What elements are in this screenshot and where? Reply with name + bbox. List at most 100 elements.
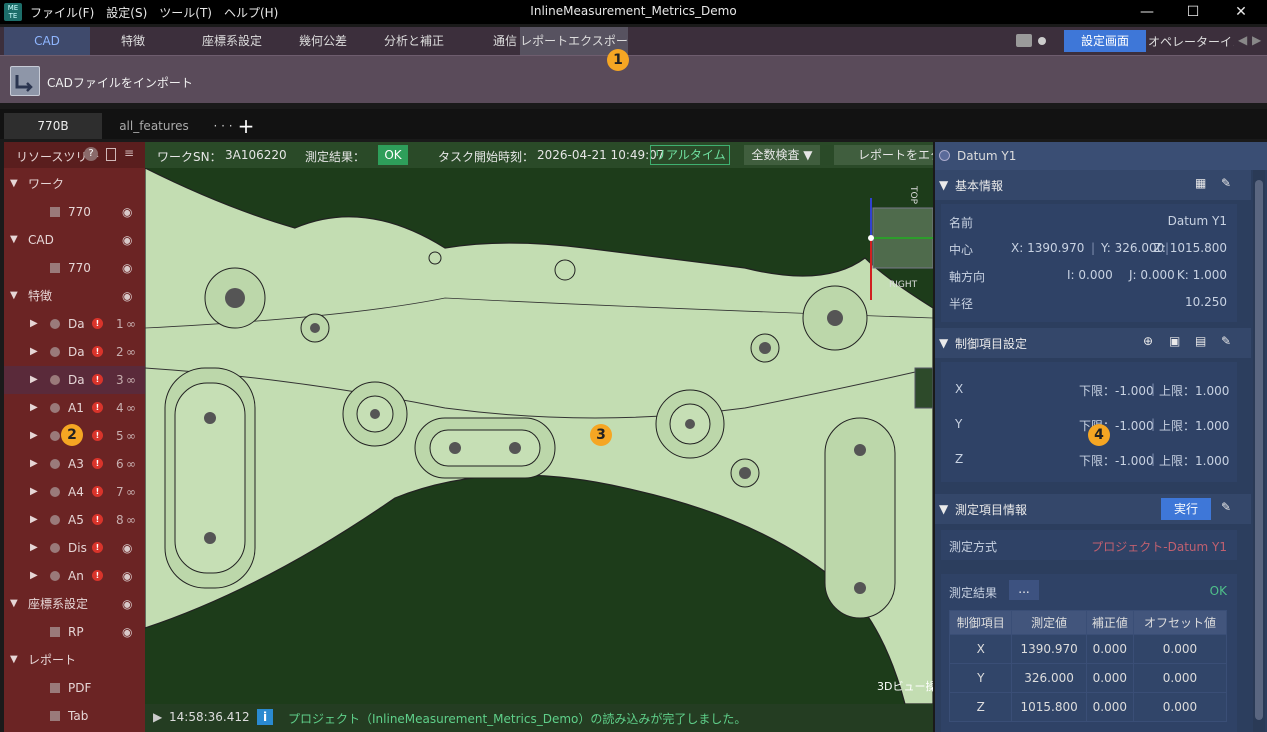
measurement-info-header[interactable]: ▼ 測定項目情報 実行 ✎: [935, 494, 1251, 524]
select-icon[interactable]: ▦: [1195, 176, 1206, 190]
link-icon[interactable]: ∞: [126, 422, 136, 450]
cell[interactable]: 0.000: [1085, 663, 1134, 693]
operator-tab[interactable]: オペレーターインタ: [1148, 33, 1234, 50]
cell[interactable]: 0.000: [1085, 634, 1134, 664]
expand-icon[interactable]: ▶: [30, 534, 38, 562]
expand-icon[interactable]: ▶: [30, 394, 38, 422]
tree-row[interactable]: ▼ 座標系設定 ◉: [4, 590, 145, 618]
tree-row[interactable]: ▶ A3! 6 ∞: [4, 450, 145, 478]
close-icon[interactable]: ✕: [1218, 0, 1264, 24]
doc-tab-770b[interactable]: 770B: [4, 113, 102, 139]
view-cube-top-label[interactable]: TOP: [908, 186, 918, 204]
tree-row[interactable]: 770 ◉: [4, 198, 145, 226]
basic-info-header[interactable]: ▼ 基本情報 ▦ ✎: [935, 170, 1251, 200]
ctrl-x-lower[interactable]: 下限：-1.000: [1079, 382, 1154, 399]
tree-row[interactable]: ▶ Da! 3 ∞: [4, 366, 145, 394]
tab-cad[interactable]: CAD: [4, 27, 90, 55]
view3d-label[interactable]: 3Dビュー操作: [877, 678, 933, 694]
edit-icon[interactable]: ✎: [1221, 176, 1231, 190]
ctrl-z-lower[interactable]: 下限：-1.000: [1079, 452, 1154, 469]
minimize-icon[interactable]: —: [1124, 0, 1170, 24]
ctrl-x-upper[interactable]: 上限：1.000: [1159, 382, 1229, 399]
tree-row[interactable]: ▶ A5! 8 ∞: [4, 506, 145, 534]
tree-row[interactable]: ▼ レポート: [4, 646, 145, 674]
eye-icon[interactable]: ◉: [122, 618, 132, 646]
eye-icon[interactable]: ◉: [122, 590, 132, 618]
tree-row[interactable]: RP ◉: [4, 618, 145, 646]
save-icon[interactable]: ▤: [1195, 334, 1206, 348]
viewport-3d[interactable]: ワークSN： 3A106220 測定結果： OK タスク開始時刻： 2026-0…: [145, 142, 933, 732]
expand-icon[interactable]: ▼: [10, 170, 18, 198]
target-icon[interactable]: ⊕: [1143, 334, 1153, 348]
expand-icon[interactable]: ▶: [30, 422, 38, 450]
tree-row[interactable]: 770 ◉: [4, 254, 145, 282]
tree-row[interactable]: ▶ A4! 7 ∞: [4, 478, 145, 506]
expand-icon[interactable]: ▶: [30, 366, 38, 394]
tree-row[interactable]: ▶ Da! 1 ∞: [4, 310, 145, 338]
link-icon[interactable]: ∞: [126, 310, 136, 338]
cell[interactable]: 0.000: [1132, 634, 1228, 664]
tab-coordinate[interactable]: 座標系設定: [176, 27, 288, 55]
panel-scrollbar-thumb[interactable]: [1255, 180, 1263, 720]
tree-row[interactable]: ▶ A1! 4 ∞: [4, 394, 145, 422]
scroll-left-icon[interactable]: ◀: [1238, 33, 1247, 47]
status-expand-icon[interactable]: ▶: [153, 710, 162, 724]
eye-icon[interactable]: ◉: [122, 282, 132, 310]
scroll-right-icon[interactable]: ▶: [1252, 33, 1261, 47]
ctrl-y-upper[interactable]: 上限：1.000: [1159, 417, 1229, 434]
link-icon[interactable]: ∞: [126, 506, 136, 534]
cell[interactable]: 0.000: [1132, 663, 1228, 693]
link-icon[interactable]: ∞: [126, 366, 136, 394]
result-more-button[interactable]: ...: [1009, 580, 1039, 600]
eye-icon[interactable]: ◉: [122, 254, 132, 282]
tree-row[interactable]: ▶ An! ◉: [4, 562, 145, 590]
help-icon[interactable]: ?: [84, 147, 98, 161]
eye-icon[interactable]: ◉: [122, 198, 132, 226]
cad-import-label[interactable]: CADファイルをインポート: [47, 74, 193, 91]
focus-icon[interactable]: ▣: [1169, 334, 1180, 348]
ctrl-z-upper[interactable]: 上限：1.000: [1159, 452, 1229, 469]
edit-icon[interactable]: ✎: [1221, 500, 1231, 514]
tree-row[interactable]: Tab: [4, 702, 145, 730]
tree-row[interactable]: ▶ Da! 2 ∞: [4, 338, 145, 366]
tab-gdt[interactable]: 幾何公差: [288, 27, 358, 55]
tree-row[interactable]: ▶ Dis! ◉: [4, 534, 145, 562]
tree-row[interactable]: PDF: [4, 674, 145, 702]
realtime-toggle[interactable]: リアルタイム: [650, 145, 730, 165]
inspect-dropdown[interactable]: 全数検査 ▼: [744, 145, 820, 165]
method-value[interactable]: プロジェクト-Datum Y1: [1091, 538, 1227, 555]
link-icon[interactable]: ∞: [126, 450, 136, 478]
cad-model[interactable]: [145, 168, 933, 704]
eye-icon[interactable]: ◉: [122, 534, 132, 562]
expand-icon[interactable]: ▶: [30, 478, 38, 506]
run-button[interactable]: 実行: [1161, 498, 1211, 520]
expand-icon[interactable]: ▶: [30, 338, 38, 366]
list-icon[interactable]: [106, 148, 116, 161]
link-icon[interactable]: ∞: [126, 394, 136, 422]
cell[interactable]: 0.000: [1085, 692, 1134, 722]
tree-row[interactable]: ▼ 特徴 ◉: [4, 282, 145, 310]
expand-icon[interactable]: ▼: [10, 282, 18, 310]
expand-icon[interactable]: ▶: [30, 506, 38, 534]
tree-row[interactable]: ▼ CAD ◉: [4, 226, 145, 254]
collapse-icon[interactable]: ▼: [939, 336, 948, 350]
expand-icon[interactable]: ▶: [30, 562, 38, 590]
maximize-icon[interactable]: ☐: [1170, 0, 1216, 24]
eye-icon[interactable]: ◉: [122, 562, 132, 590]
link-icon[interactable]: ∞: [126, 478, 136, 506]
expand-icon[interactable]: ▶: [30, 450, 38, 478]
doc-tab-all-features[interactable]: all_features: [106, 113, 202, 139]
tree-row[interactable]: ▼ ワーク: [4, 170, 145, 198]
doc-tab-add-icon[interactable]: +: [234, 113, 258, 139]
link-icon[interactable]: ∞: [126, 338, 136, 366]
report-export-button[interactable]: レポートをエクス: [834, 145, 933, 165]
settings-button[interactable]: 設定画面: [1064, 30, 1146, 52]
expand-icon[interactable]: ▶: [30, 310, 38, 338]
expand-icon[interactable]: ▼: [10, 226, 18, 254]
panel-scrollbar[interactable]: [1253, 170, 1265, 732]
collapse-icon[interactable]: ▼: [939, 178, 948, 192]
cell[interactable]: 0.000: [1132, 692, 1228, 722]
eye-icon[interactable]: ◉: [122, 226, 132, 254]
expand-icon[interactable]: ▼: [10, 590, 18, 618]
view-cube-right-label[interactable]: RIGHT: [889, 280, 917, 290]
